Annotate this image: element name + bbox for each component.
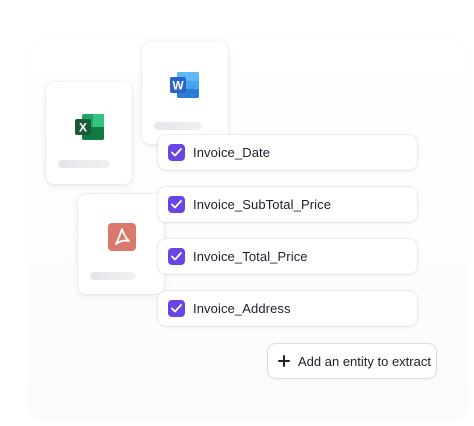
pdf-icon	[107, 222, 139, 252]
placeholder-bar	[58, 160, 110, 168]
entity-label: Invoice_Date	[193, 145, 271, 160]
checkbox-checked-icon[interactable]	[168, 144, 185, 161]
word-letter: W	[172, 79, 184, 93]
entity-row-invoice-subtotal-price[interactable]: Invoice_SubTotal_Price	[158, 187, 417, 222]
extraction-illustration: W X Invoice_Date Invoice_SubTotal_Price …	[0, 0, 474, 426]
placeholder-bar	[90, 272, 136, 280]
checkbox-checked-icon[interactable]	[168, 300, 185, 317]
add-entity-button[interactable]: Add an entity to extract	[268, 344, 436, 378]
word-icon: W	[169, 70, 201, 100]
plus-icon	[278, 355, 290, 367]
word-file-card: W	[142, 42, 228, 144]
entity-row-invoice-total-price[interactable]: Invoice_Total_Price	[158, 239, 417, 274]
entity-row-invoice-address[interactable]: Invoice_Address	[158, 291, 417, 326]
entity-label: Invoice_SubTotal_Price	[193, 197, 332, 212]
checkbox-checked-icon[interactable]	[168, 248, 185, 265]
entity-row-invoice-date[interactable]: Invoice_Date	[158, 135, 417, 170]
entity-label: Invoice_Total_Price	[193, 249, 308, 264]
checkbox-checked-icon[interactable]	[168, 196, 185, 213]
entity-label: Invoice_Address	[193, 301, 291, 316]
excel-letter: X	[79, 121, 87, 135]
add-entity-label: Add an entity to extract	[298, 353, 431, 369]
excel-icon: X	[74, 112, 106, 142]
excel-file-card: X	[46, 82, 132, 184]
pdf-file-card	[78, 194, 164, 294]
placeholder-bar	[154, 122, 202, 130]
